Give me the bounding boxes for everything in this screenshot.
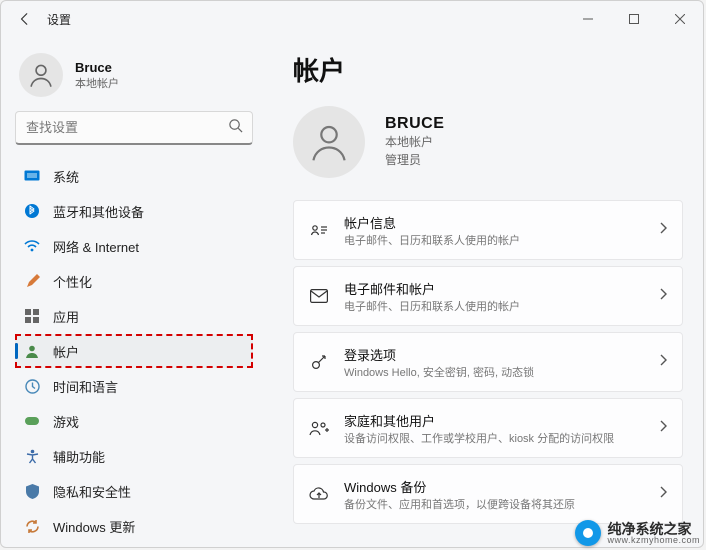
window-controls: [565, 3, 703, 35]
chevron-right-icon: [660, 485, 668, 503]
sidebar-item-label: Windows 更新: [53, 517, 135, 536]
sidebar-item-accessibility[interactable]: 辅助功能: [15, 439, 253, 473]
card-desc: 设备访问权限、工作或学校用户、kiosk 分配的访问权限: [344, 430, 646, 446]
sidebar-item-label: 蓝牙和其他设备: [53, 202, 144, 221]
card-title: 登录选项: [344, 345, 646, 364]
person-icon: [307, 120, 351, 164]
id-card-icon: [308, 223, 330, 237]
back-button[interactable]: [9, 3, 41, 35]
update-icon: [23, 517, 41, 535]
chevron-right-icon: [660, 221, 668, 239]
maximize-icon: [629, 14, 639, 24]
close-button[interactable]: [657, 3, 703, 35]
page-title: 帐户: [293, 51, 683, 88]
window-title: 设置: [47, 11, 71, 28]
card-desc: 备份文件、应用和首选项，以便跨设备将其还原: [344, 496, 646, 512]
mail-icon: [308, 289, 330, 303]
sidebar-user-name: Bruce: [75, 60, 119, 75]
chevron-right-icon: [660, 287, 668, 305]
sidebar-user-sub: 本地帐户: [75, 75, 119, 91]
sidebar-item-update[interactable]: Windows 更新: [15, 509, 253, 543]
hero-info: BRUCE 本地帐户 管理员: [385, 115, 444, 169]
sidebar-item-label: 应用: [53, 307, 79, 326]
bluetooth-icon: [23, 202, 41, 220]
sidebar-item-label: 网络 & Internet: [53, 237, 139, 256]
sidebar-item-time[interactable]: 时间和语言: [15, 369, 253, 403]
sidebar-item-label: 帐户: [53, 342, 79, 361]
window-body: Bruce 本地帐户 系统 蓝牙和其他设备: [1, 37, 703, 547]
hero-name: BRUCE: [385, 115, 444, 133]
sidebar-item-label: 时间和语言: [53, 377, 118, 396]
card-windows-backup[interactable]: Windows 备份备份文件、应用和首选项，以便跨设备将其还原: [293, 464, 683, 524]
card-title: Windows 备份: [344, 477, 646, 496]
sidebar-item-system[interactable]: 系统: [15, 159, 253, 193]
key-icon: [308, 353, 330, 371]
maximize-button[interactable]: [611, 3, 657, 35]
titlebar: 设置: [1, 1, 703, 37]
sidebar-item-gaming[interactable]: 游戏: [15, 404, 253, 438]
hero-user: BRUCE 本地帐户 管理员: [293, 106, 683, 178]
sidebar-item-label: 游戏: [53, 412, 79, 431]
card-title: 家庭和其他用户: [344, 411, 646, 430]
card-desc: 电子邮件、日历和联系人使用的帐户: [344, 232, 646, 248]
avatar: [19, 53, 63, 97]
apps-icon: [23, 307, 41, 325]
close-icon: [675, 14, 685, 24]
shield-icon: [23, 482, 41, 500]
sidebar-item-label: 系统: [53, 167, 79, 186]
sidebar-user[interactable]: Bruce 本地帐户: [15, 47, 253, 111]
avatar: [293, 106, 365, 178]
sidebar-item-label: 个性化: [53, 272, 92, 291]
search-icon: [228, 118, 243, 138]
sidebar-item-accounts[interactable]: 帐户: [15, 334, 253, 368]
arrow-left-icon: [18, 12, 32, 26]
sidebar-item-personalization[interactable]: 个性化: [15, 264, 253, 298]
search-wrap: [15, 111, 253, 145]
hero-sub1: 本地帐户: [385, 133, 444, 151]
person-icon: [27, 61, 55, 89]
sidebar: Bruce 本地帐户 系统 蓝牙和其他设备: [1, 37, 263, 547]
card-desc: Windows Hello, 安全密钥, 密码, 动态锁: [344, 364, 646, 380]
sidebar-item-network[interactable]: 网络 & Internet: [15, 229, 253, 263]
sidebar-user-info: Bruce 本地帐户: [75, 60, 119, 91]
nav-list: 系统 蓝牙和其他设备 网络 & Internet 个性化 应用: [15, 159, 253, 543]
sidebar-item-privacy[interactable]: 隐私和安全性: [15, 474, 253, 508]
card-email-accounts[interactable]: 电子邮件和帐户电子邮件、日历和联系人使用的帐户: [293, 266, 683, 326]
card-title: 电子邮件和帐户: [344, 279, 646, 298]
search-input[interactable]: [15, 111, 253, 145]
sidebar-item-bluetooth[interactable]: 蓝牙和其他设备: [15, 194, 253, 228]
cloud-sync-icon: [308, 487, 330, 501]
main: 帐户 BRUCE 本地帐户 管理员 帐户信息电子邮件、日历和联系人使用的帐户: [263, 37, 703, 547]
minimize-button[interactable]: [565, 3, 611, 35]
cards: 帐户信息电子邮件、日历和联系人使用的帐户 电子邮件和帐户电子邮件、日历和联系人使…: [293, 200, 683, 524]
card-title: 帐户信息: [344, 213, 646, 232]
chevron-right-icon: [660, 353, 668, 371]
sidebar-item-apps[interactable]: 应用: [15, 299, 253, 333]
people-add-icon: [308, 420, 330, 436]
accessibility-icon: [23, 447, 41, 465]
settings-window: 设置 Bruce 本地帐户: [0, 0, 704, 548]
wifi-icon: [23, 237, 41, 255]
minimize-icon: [583, 14, 593, 24]
display-icon: [23, 167, 41, 185]
chevron-right-icon: [660, 419, 668, 437]
card-family-users[interactable]: 家庭和其他用户设备访问权限、工作或学校用户、kiosk 分配的访问权限: [293, 398, 683, 458]
card-signin-options[interactable]: 登录选项Windows Hello, 安全密钥, 密码, 动态锁: [293, 332, 683, 392]
card-desc: 电子邮件、日历和联系人使用的帐户: [344, 298, 646, 314]
clock-icon: [23, 377, 41, 395]
person-icon: [23, 342, 41, 360]
sidebar-item-label: 辅助功能: [53, 447, 105, 466]
brush-icon: [23, 272, 41, 290]
hero-sub2: 管理员: [385, 151, 444, 169]
sidebar-item-label: 隐私和安全性: [53, 482, 131, 501]
card-account-info[interactable]: 帐户信息电子邮件、日历和联系人使用的帐户: [293, 200, 683, 260]
gaming-icon: [23, 412, 41, 430]
